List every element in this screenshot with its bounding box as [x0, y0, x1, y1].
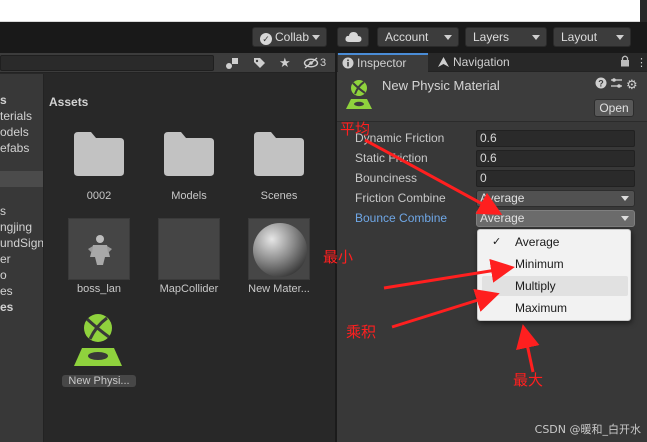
asset-label: New Mater...	[248, 283, 310, 295]
folder-icon[interactable]	[74, 132, 124, 176]
label-filter-icon[interactable]	[252, 55, 266, 71]
tree-item[interactable]: er	[0, 251, 11, 267]
collab-button[interactable]: ✓ Collab	[252, 27, 327, 47]
tree-item[interactable]: odels	[0, 124, 29, 140]
bounce-combine-dropdown[interactable]: Average	[476, 210, 635, 227]
account-label: Account	[385, 30, 429, 44]
dynamic-friction-field[interactable]: 0.6	[476, 130, 635, 147]
option-maximum[interactable]: Maximum	[482, 298, 628, 318]
help-icon[interactable]: ?	[595, 77, 607, 93]
preset-icon[interactable]	[610, 77, 623, 93]
annotation-average: 平均	[340, 120, 371, 138]
friction-combine-dropdown[interactable]: Average	[476, 190, 635, 207]
model-thumbnail[interactable]	[68, 218, 130, 280]
tree-item[interactable]: es	[0, 283, 13, 299]
tree-item[interactable]: efabs	[0, 140, 29, 156]
bounciness-label: Bounciness	[355, 171, 418, 185]
star-favorite-icon[interactable]: ★	[279, 55, 291, 71]
tab-navigation-label: Navigation	[453, 55, 510, 69]
layers-label: Layers	[473, 30, 510, 44]
option-multiply[interactable]: Multiply	[482, 276, 628, 296]
open-button[interactable]: Open	[594, 99, 634, 117]
cloud-button[interactable]	[337, 27, 369, 47]
asset-label: Models	[171, 190, 207, 202]
hidden-packages-icon[interactable]	[303, 55, 319, 71]
physic-material-icon[interactable]	[70, 310, 126, 368]
chevron-down-icon	[616, 35, 624, 40]
static-friction-field[interactable]: 0.6	[476, 150, 635, 167]
window-titlebar	[0, 0, 640, 22]
static-friction-label: Static Friction	[355, 151, 428, 165]
option-minimum[interactable]: Minimum	[482, 254, 628, 274]
option-average-label: Average	[515, 235, 560, 249]
asset-label: Scenes	[260, 190, 298, 202]
model-figure-icon	[88, 235, 112, 265]
option-multiply-label: Multiply	[515, 279, 556, 293]
tree-item[interactable]: o	[0, 267, 7, 283]
friction-combine-value: Average	[480, 191, 525, 205]
option-minimum-label: Minimum	[515, 257, 564, 271]
annotation-maximum: 最大	[513, 371, 544, 389]
svg-text:?: ?	[598, 78, 604, 88]
bounce-combine-label: Bounce Combine	[355, 211, 448, 225]
asset-label: boss_lan	[76, 283, 122, 295]
option-average[interactable]: ✓ Average	[482, 232, 628, 252]
folder-icon[interactable]	[164, 132, 214, 176]
bounciness-field[interactable]: 0	[476, 170, 635, 187]
annotation-multiply: 乘积	[346, 323, 377, 341]
physic-material-icon	[346, 80, 372, 109]
chevron-down-icon	[621, 216, 629, 221]
tree-selection-highlight	[0, 171, 43, 187]
chevron-down-icon	[532, 35, 540, 40]
lock-icon[interactable]	[620, 55, 630, 71]
tree-item[interactable]: undSign	[0, 235, 43, 251]
material-sphere-icon	[253, 223, 307, 277]
more-options-icon[interactable]: ⋮	[636, 55, 647, 71]
asset-title: New Physic Material	[382, 78, 500, 93]
option-maximum-label: Maximum	[515, 301, 568, 315]
account-dropdown[interactable]: Account	[377, 27, 459, 47]
tree-item[interactable]: s	[0, 92, 7, 108]
tab-navigation[interactable]: Navigation	[433, 53, 533, 72]
info-icon	[342, 57, 354, 69]
hidden-packages-count: 3	[320, 57, 327, 69]
layout-dropdown[interactable]: Layout	[553, 27, 631, 47]
tree-item[interactable]: terials	[0, 108, 32, 124]
tree-item[interactable]: ngjing	[0, 219, 32, 235]
chevron-down-icon	[444, 35, 452, 40]
tree-item[interactable]: s	[0, 203, 6, 219]
collab-label: Collab	[275, 30, 310, 44]
layers-dropdown[interactable]: Layers	[465, 27, 547, 47]
cloud-icon	[345, 32, 362, 42]
bounce-combine-value: Average	[480, 211, 525, 225]
tab-inspector-label: Inspector	[357, 56, 407, 70]
asset-label-selected: New Physi...	[62, 375, 136, 387]
folder-icon[interactable]	[254, 132, 304, 176]
combine-options-popup: ✓ Average Minimum Multiply Maximum	[477, 229, 631, 321]
material-thumbnail[interactable]	[248, 218, 310, 280]
project-search-input[interactable]	[0, 55, 214, 71]
annotation-minimum: 最小	[323, 248, 354, 266]
chevron-down-icon	[621, 196, 629, 201]
watermark: CSDN @暖和_白开水	[534, 423, 641, 436]
layout-label: Layout	[561, 30, 598, 44]
assets-breadcrumb[interactable]: Assets	[49, 95, 88, 109]
asset-label: MapCollider	[159, 283, 219, 295]
tree-item[interactable]: es	[0, 299, 13, 315]
checkmark-icon: ✓	[492, 236, 502, 248]
collab-check-icon: ✓	[260, 33, 272, 45]
chevron-down-icon	[312, 35, 320, 40]
gear-icon[interactable]: ⚙	[626, 77, 638, 93]
friction-combine-label: Friction Combine	[355, 191, 446, 205]
navigation-icon	[438, 57, 449, 67]
scene-filter-icon[interactable]	[224, 55, 240, 71]
mapcollider-thumbnail[interactable]	[158, 218, 220, 280]
asset-label: 0002	[86, 190, 112, 202]
tab-inspector[interactable]: Inspector	[338, 53, 428, 72]
project-folder-tree: s terials odels efabs s ngjing undSign e…	[0, 74, 44, 442]
